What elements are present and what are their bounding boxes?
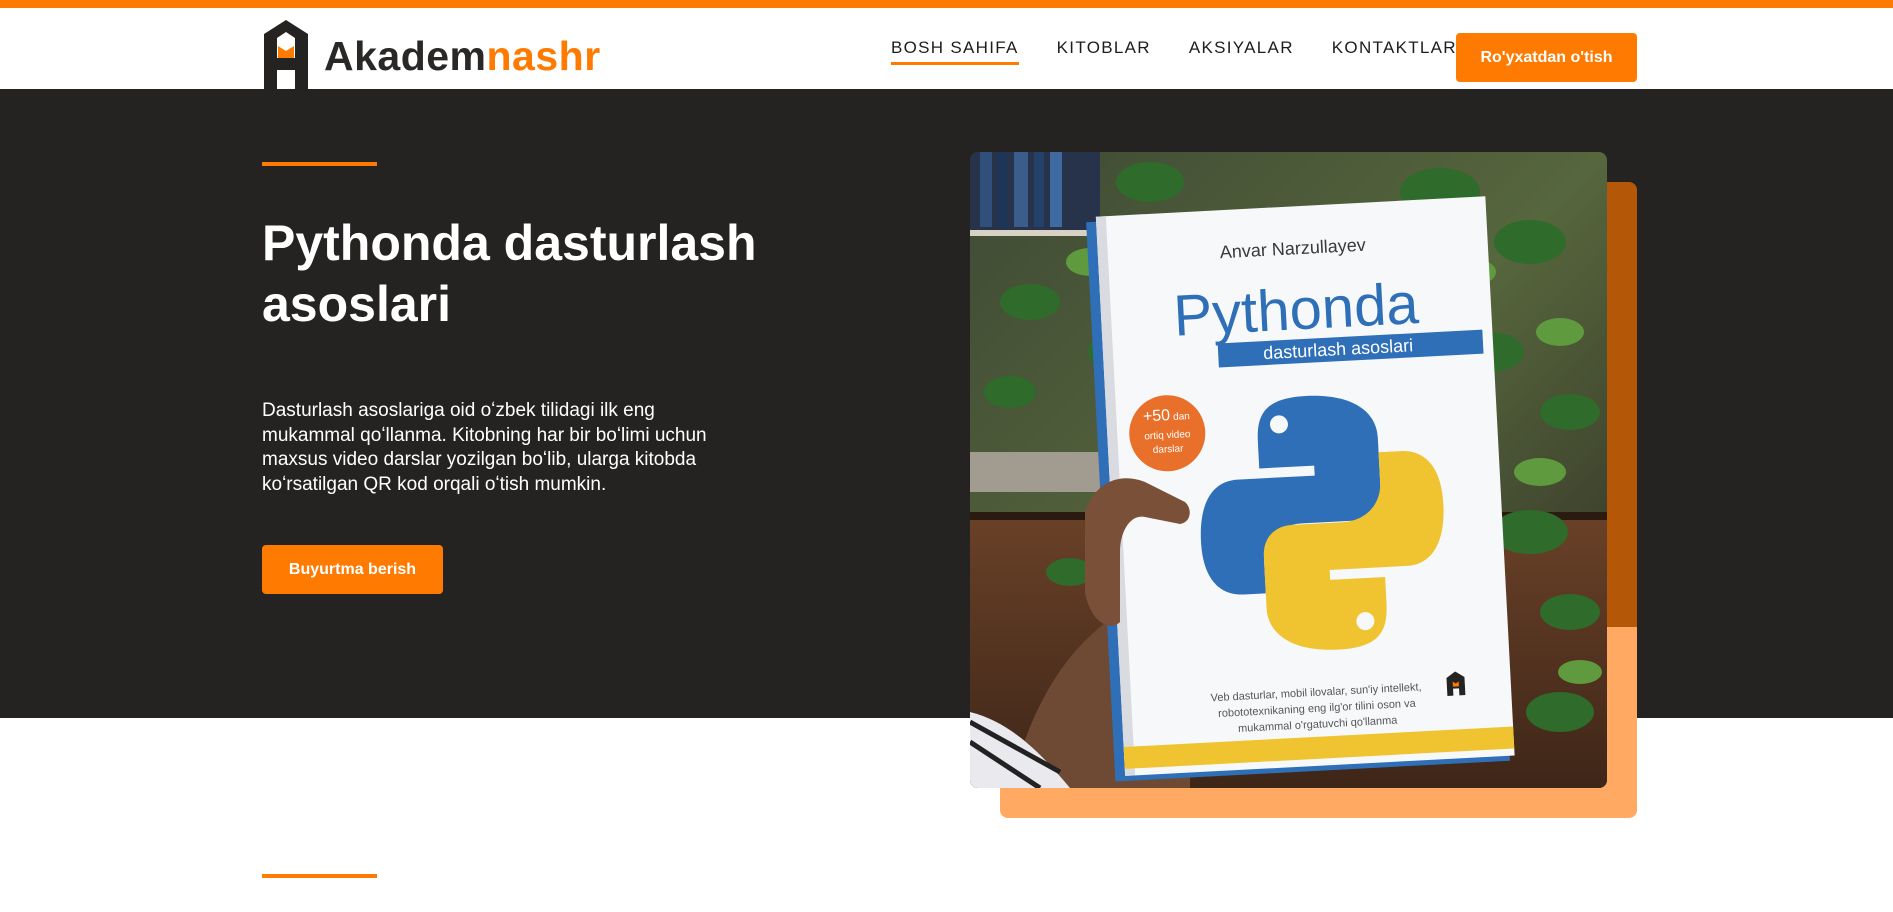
badge-line4: darslar [1153,443,1185,456]
nav-item-kitoblar[interactable]: KITOBLAR [1057,38,1151,65]
book-photo-illustration: Anvar Narzullayev Pythonda dasturlash as… [970,152,1607,788]
nav-item-kontaktlar[interactable]: KONTAKTLAR [1332,38,1457,65]
nav-item-bosh-sahifa[interactable]: BOSH SAHIFA [891,38,1019,65]
main-nav: BOSH SAHIFA KITOBLAR AKSIYALAR KONTAKTLA… [891,38,1495,65]
akademnashr-logo-icon [264,20,308,92]
hero-title: Pythonda dasturlash asoslari [262,215,757,332]
brand-logo[interactable]: Akademnashr [262,18,601,94]
site-header: Akademnashr BOSH SAHIFA KITOBLAR AKSIYAL… [0,8,1893,92]
brand-name-part2: nashr [486,32,601,79]
section-accent-line [262,874,377,878]
top-accent-stripe [0,0,1893,8]
brand-name: Akademnashr [324,33,601,80]
badge-line2: dan [1173,411,1190,423]
hero-description: Dasturlash asoslariga oid oʻzbek tilidag… [262,400,707,495]
book-photo: Anvar Narzullayev Pythonda dasturlash as… [970,152,1607,788]
register-button[interactable]: Ro'yxatdan o'tish [1456,33,1637,82]
order-button[interactable]: Buyurtma berish [262,545,443,594]
badge-line1: +50 [1143,407,1171,425]
nav-item-aksiyalar[interactable]: AKSIYALAR [1189,38,1294,65]
hero-accent-line [262,162,377,166]
brand-name-part1: Akadem [324,32,487,79]
